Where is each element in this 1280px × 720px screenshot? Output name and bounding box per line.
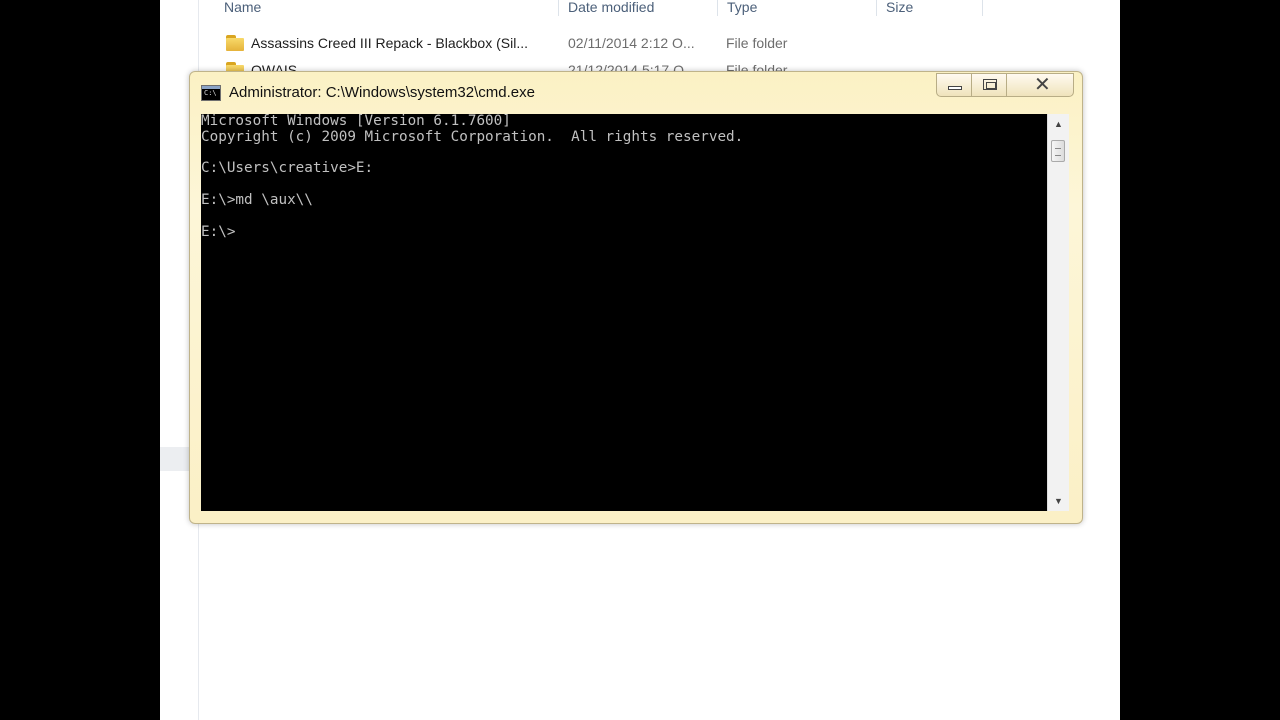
cmd-window[interactable]: C:\ Administrator: C:\Windows\system32\c…	[189, 71, 1083, 524]
column-header-type[interactable]: Type	[727, 0, 757, 16]
column-header-size[interactable]: Size	[886, 0, 913, 16]
console-text: Microsoft Windows [Version 6.1.7600] Cop…	[201, 113, 744, 240]
column-separator[interactable]	[717, 0, 718, 16]
title-bar[interactable]: C:\ Administrator: C:\Windows\system32\c…	[190, 72, 1082, 110]
maximize-button[interactable]	[971, 73, 1007, 97]
column-header-name[interactable]: Name	[224, 0, 261, 16]
column-separator[interactable]	[982, 0, 983, 16]
column-separator[interactable]	[558, 0, 559, 16]
navigation-pane-selected-item[interactable]	[160, 447, 190, 471]
cmd-icon[interactable]: C:\	[201, 85, 221, 101]
minimize-icon	[948, 86, 962, 90]
minimize-button[interactable]	[936, 73, 972, 97]
file-row[interactable]: Assassins Creed III Repack - Blackbox (S…	[222, 33, 922, 57]
folder-icon	[226, 35, 244, 51]
window-title: Administrator: C:\Windows\system32\cmd.e…	[229, 84, 535, 101]
file-date-modified: 02/11/2014 2:12 O...	[568, 35, 695, 51]
console-output[interactable]: Microsoft Windows [Version 6.1.7600] Cop…	[201, 113, 1047, 511]
close-button[interactable]: ✕	[1006, 73, 1074, 97]
close-icon: ✕	[1034, 74, 1051, 96]
scroll-up-arrow-icon[interactable]: ▲	[1048, 114, 1069, 134]
file-type: File folder	[726, 35, 788, 51]
column-separator[interactable]	[876, 0, 877, 16]
file-name: Assassins Creed III Repack - Blackbox (S…	[251, 35, 528, 51]
scroll-down-arrow-icon[interactable]: ▼	[1048, 491, 1069, 511]
cmd-icon-label: C:\	[204, 89, 217, 97]
vertical-scrollbar[interactable]: ▲ ▼	[1047, 114, 1069, 511]
column-header-date-modified[interactable]: Date modified	[568, 0, 654, 16]
maximize-icon	[983, 79, 997, 90]
scroll-thumb[interactable]	[1051, 140, 1065, 162]
